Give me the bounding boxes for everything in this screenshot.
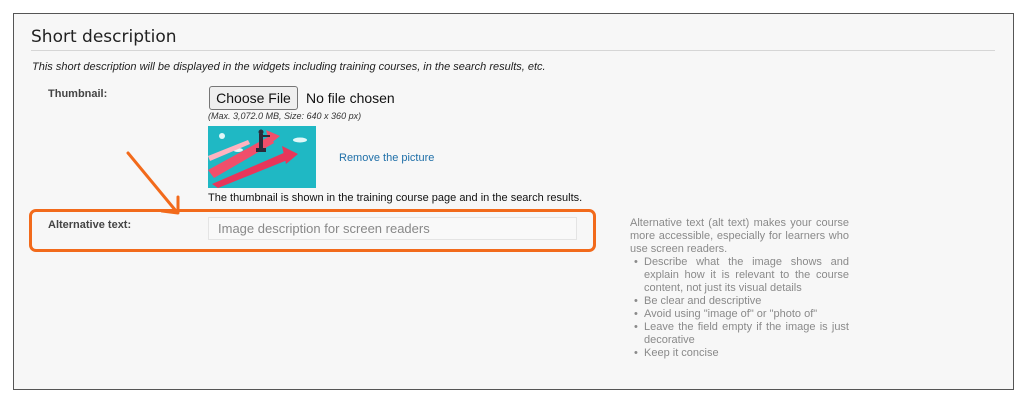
alt-text-input[interactable] (208, 217, 577, 240)
remove-picture-link[interactable]: Remove the picture (339, 152, 434, 164)
no-file-status: No file chosen (306, 90, 395, 106)
alt-text-help-intro: Alternative text (alt text) makes your c… (630, 217, 849, 255)
help-item-concise: Keep it concise (634, 347, 849, 360)
thumbnail-note: The thumbnail is shown in the training c… (208, 192, 583, 204)
choose-file-button[interactable]: Choose File (209, 86, 298, 110)
help-item-describe: Describe what the image shows and explai… (634, 256, 849, 295)
help-item-avoid: Avoid using "image of" or "photo of" (634, 308, 849, 321)
thumbnail-size-hint: (Max. 3,072.0 MB, Size: 640 x 360 px) (208, 111, 362, 121)
help-item-clear: Be clear and descriptive (634, 295, 849, 308)
help-item-empty: Leave the field empty if the image is ju… (634, 321, 849, 347)
section-description: This short description will be displayed… (32, 61, 546, 73)
annotation-arrow-icon (126, 151, 180, 215)
thumbnail-image (208, 126, 316, 188)
thumbnail-label: Thumbnail: (48, 88, 108, 100)
title-divider (31, 50, 995, 51)
short-description-panel: Short description This short description… (13, 13, 1014, 390)
alt-text-label: Alternative text: (48, 219, 132, 231)
section-title: Short description (31, 27, 177, 47)
alt-text-help-list: Describe what the image shows and explai… (630, 256, 849, 360)
alt-text-help: Alternative text (alt text) makes your c… (630, 217, 849, 360)
